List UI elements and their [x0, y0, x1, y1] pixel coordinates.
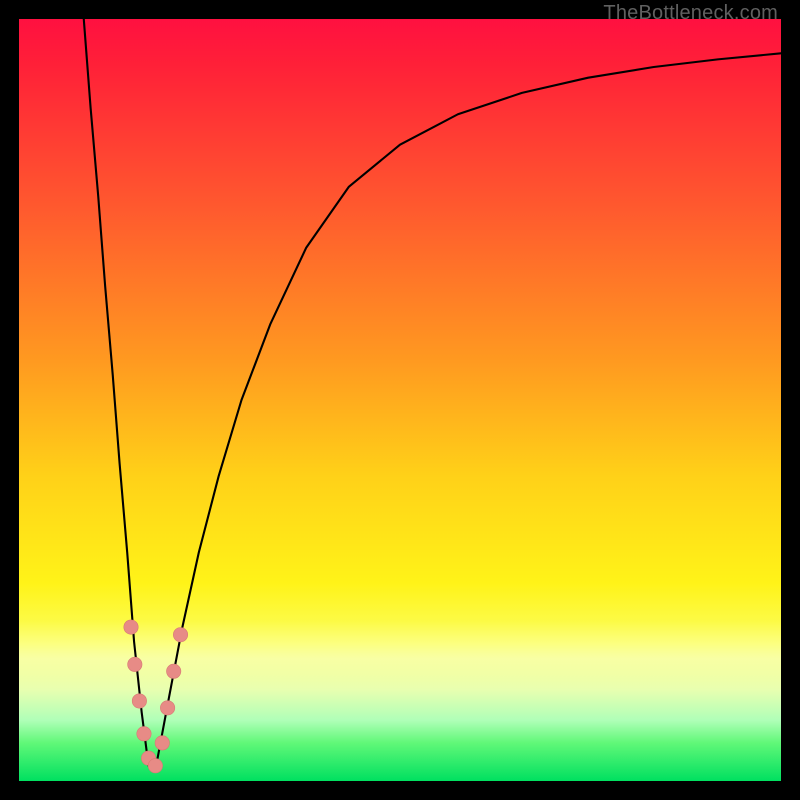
bottleneck-curve	[84, 19, 781, 766]
chart-frame: TheBottleneck.com	[0, 0, 800, 800]
data-marker	[166, 664, 180, 678]
data-marker	[137, 727, 151, 741]
data-marker	[124, 620, 138, 634]
plot-area	[19, 19, 781, 781]
data-marker	[148, 759, 162, 773]
data-marker	[132, 694, 146, 708]
watermark-text: TheBottleneck.com	[603, 2, 778, 25]
data-marker	[160, 701, 174, 715]
data-marker	[155, 736, 169, 750]
data-marker	[128, 657, 142, 671]
curve-layer	[19, 19, 781, 781]
data-marker	[173, 628, 187, 642]
